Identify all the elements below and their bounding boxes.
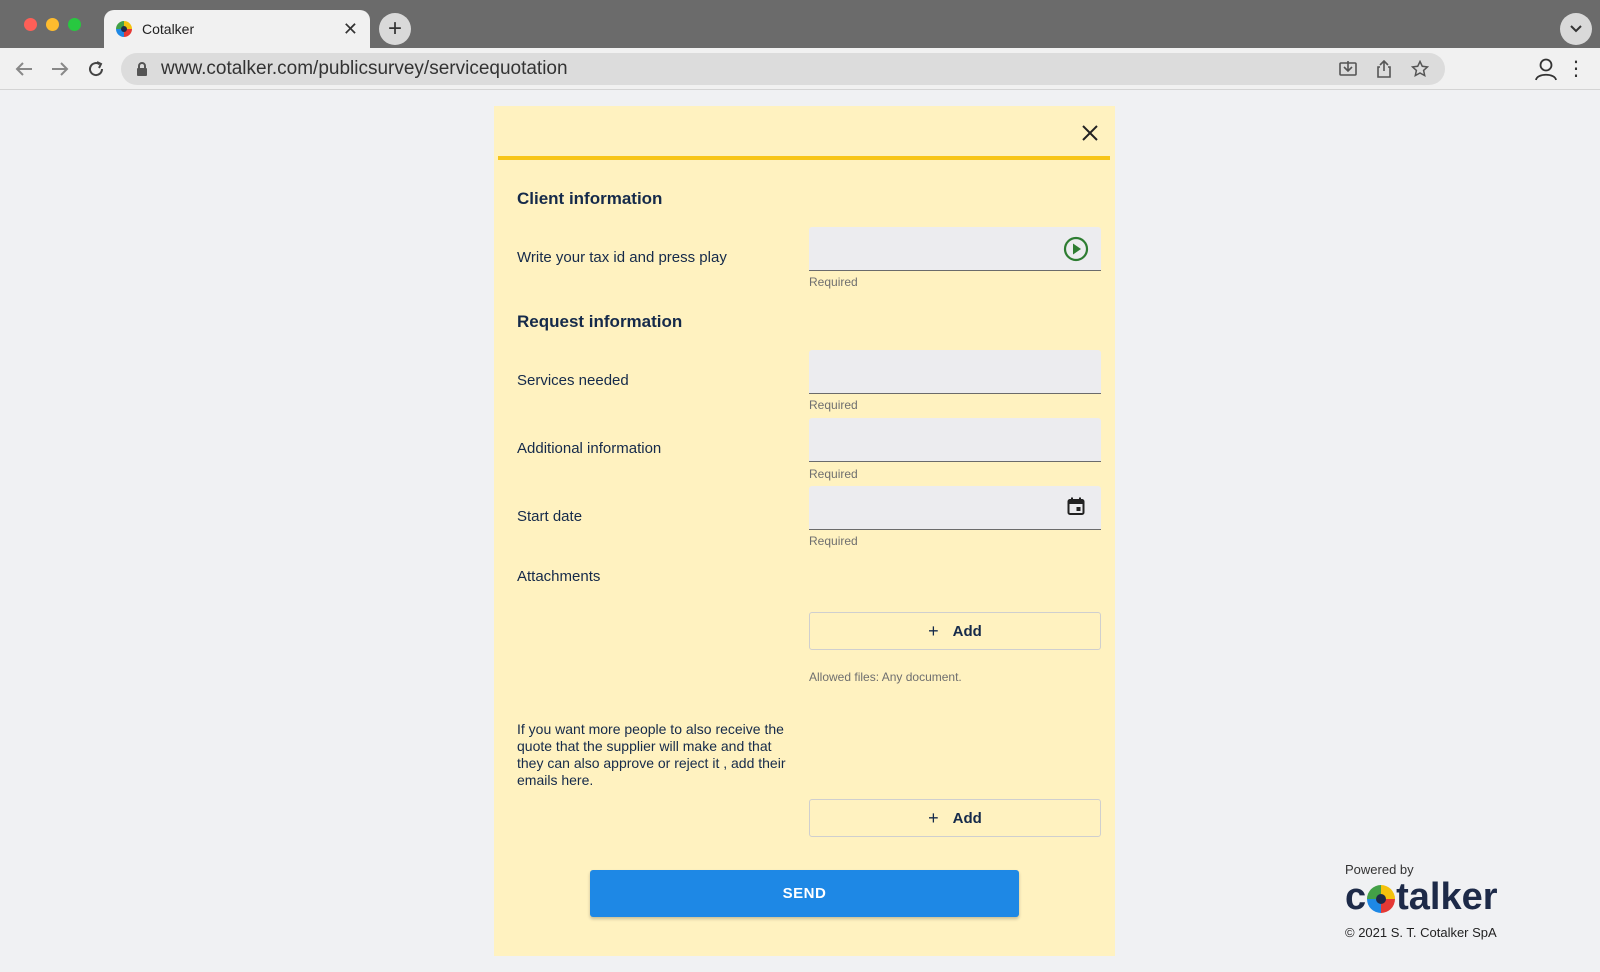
services-hint: Required <box>809 398 858 412</box>
reload-button[interactable] <box>83 56 109 82</box>
logo-letter-c: c <box>1345 876 1367 918</box>
section-title-request: Request information <box>517 312 683 331</box>
services-label: Services needed <box>517 372 629 389</box>
tax-id-field <box>809 227 1101 271</box>
play-circle-icon <box>1063 236 1089 262</box>
window-minimize-control[interactable] <box>46 18 59 31</box>
cotalker-favicon-icon <box>116 21 132 37</box>
new-tab-button[interactable]: + <box>379 13 411 45</box>
header-accent-bar <box>498 156 1110 160</box>
add-email-label: Add <box>952 809 982 827</box>
window-maximize-control[interactable] <box>68 18 81 31</box>
tab-title: Cotalker <box>142 21 195 37</box>
tab-search-button[interactable] <box>1560 13 1592 45</box>
window-close-control[interactable] <box>24 18 37 31</box>
profile-icon <box>1535 58 1557 81</box>
calendar-icon <box>1067 497 1085 515</box>
cotalker-logo: c talker <box>1345 877 1515 917</box>
add-attachment-button[interactable]: + Add <box>809 612 1101 650</box>
additional-info-label: Additional information <box>517 440 662 457</box>
copyright-text: © 2021 S. T. Cotalker SpA <box>1345 925 1497 940</box>
profile-button[interactable] <box>1533 56 1559 82</box>
browser-tab[interactable]: Cotalker ✕ <box>104 10 370 48</box>
powered-by-text: Powered by <box>1345 862 1414 877</box>
share-icon <box>1377 60 1391 78</box>
plus-icon: + <box>928 620 939 641</box>
share-button[interactable] <box>1373 58 1395 80</box>
additional-emails-label: If you want more people to also receive … <box>517 721 786 788</box>
download-icon <box>1339 61 1357 76</box>
close-button[interactable] <box>1077 120 1103 146</box>
services-input[interactable] <box>809 350 1101 393</box>
logo-o-icon <box>1367 885 1396 913</box>
plus-icon: + <box>928 807 939 828</box>
powered-by-brand: Powered by c talker © 2021 S. T. Cotalke… <box>1345 862 1515 940</box>
tax-id-hint: Required <box>809 275 858 289</box>
additional-info-input[interactable] <box>809 418 1101 461</box>
services-field <box>809 350 1101 394</box>
service-quotation-form: Client information Write your tax id and… <box>494 106 1115 956</box>
back-button[interactable] <box>11 56 37 82</box>
chevron-down-icon <box>1570 25 1582 33</box>
additional-info-hint: Required <box>809 467 858 481</box>
section-title-client: Client information <box>517 189 663 208</box>
add-attachment-label: Add <box>952 622 982 640</box>
start-date-label: Start date <box>517 508 583 525</box>
browser-toolbar: www.cotalker.com/publicsurvey/servicequo… <box>0 48 1600 90</box>
forward-button[interactable] <box>47 56 73 82</box>
calendar-button[interactable] <box>1063 493 1089 519</box>
page-viewport: Client information Write your tax id and… <box>0 90 1600 972</box>
tab-close-icon[interactable]: ✕ <box>343 20 358 38</box>
url-text: www.cotalker.com/publicsurvey/servicequo… <box>161 58 568 79</box>
more-options-icon[interactable]: ⋮ <box>1566 56 1586 82</box>
lock-icon <box>137 62 147 76</box>
attachments-hint: Allowed files: Any document. <box>809 670 962 684</box>
additional-info-field <box>809 418 1101 462</box>
play-button[interactable] <box>1063 236 1089 262</box>
tax-id-label: Write your tax id and press play <box>517 249 727 266</box>
arrow-right-icon <box>52 62 69 76</box>
install-app-button[interactable] <box>1337 58 1359 80</box>
address-bar[interactable]: www.cotalker.com/publicsurvey/servicequo… <box>121 53 1445 85</box>
star-icon <box>1411 60 1429 78</box>
attachments-label: Attachments <box>517 568 601 585</box>
arrow-left-icon <box>15 62 32 76</box>
close-icon <box>1082 125 1098 141</box>
browser-tab-strip: Cotalker ✕ + <box>0 0 1600 48</box>
logo-word: talker <box>1396 876 1498 918</box>
start-date-input[interactable] <box>809 486 1101 529</box>
send-button[interactable]: SEND <box>590 870 1019 917</box>
form-header <box>494 106 1115 159</box>
add-email-button[interactable]: + Add <box>809 799 1101 837</box>
bookmark-button[interactable] <box>1409 58 1431 80</box>
start-date-hint: Required <box>809 534 858 548</box>
tax-id-input[interactable] <box>809 227 1101 270</box>
reload-icon <box>89 61 104 77</box>
start-date-field <box>809 486 1101 530</box>
